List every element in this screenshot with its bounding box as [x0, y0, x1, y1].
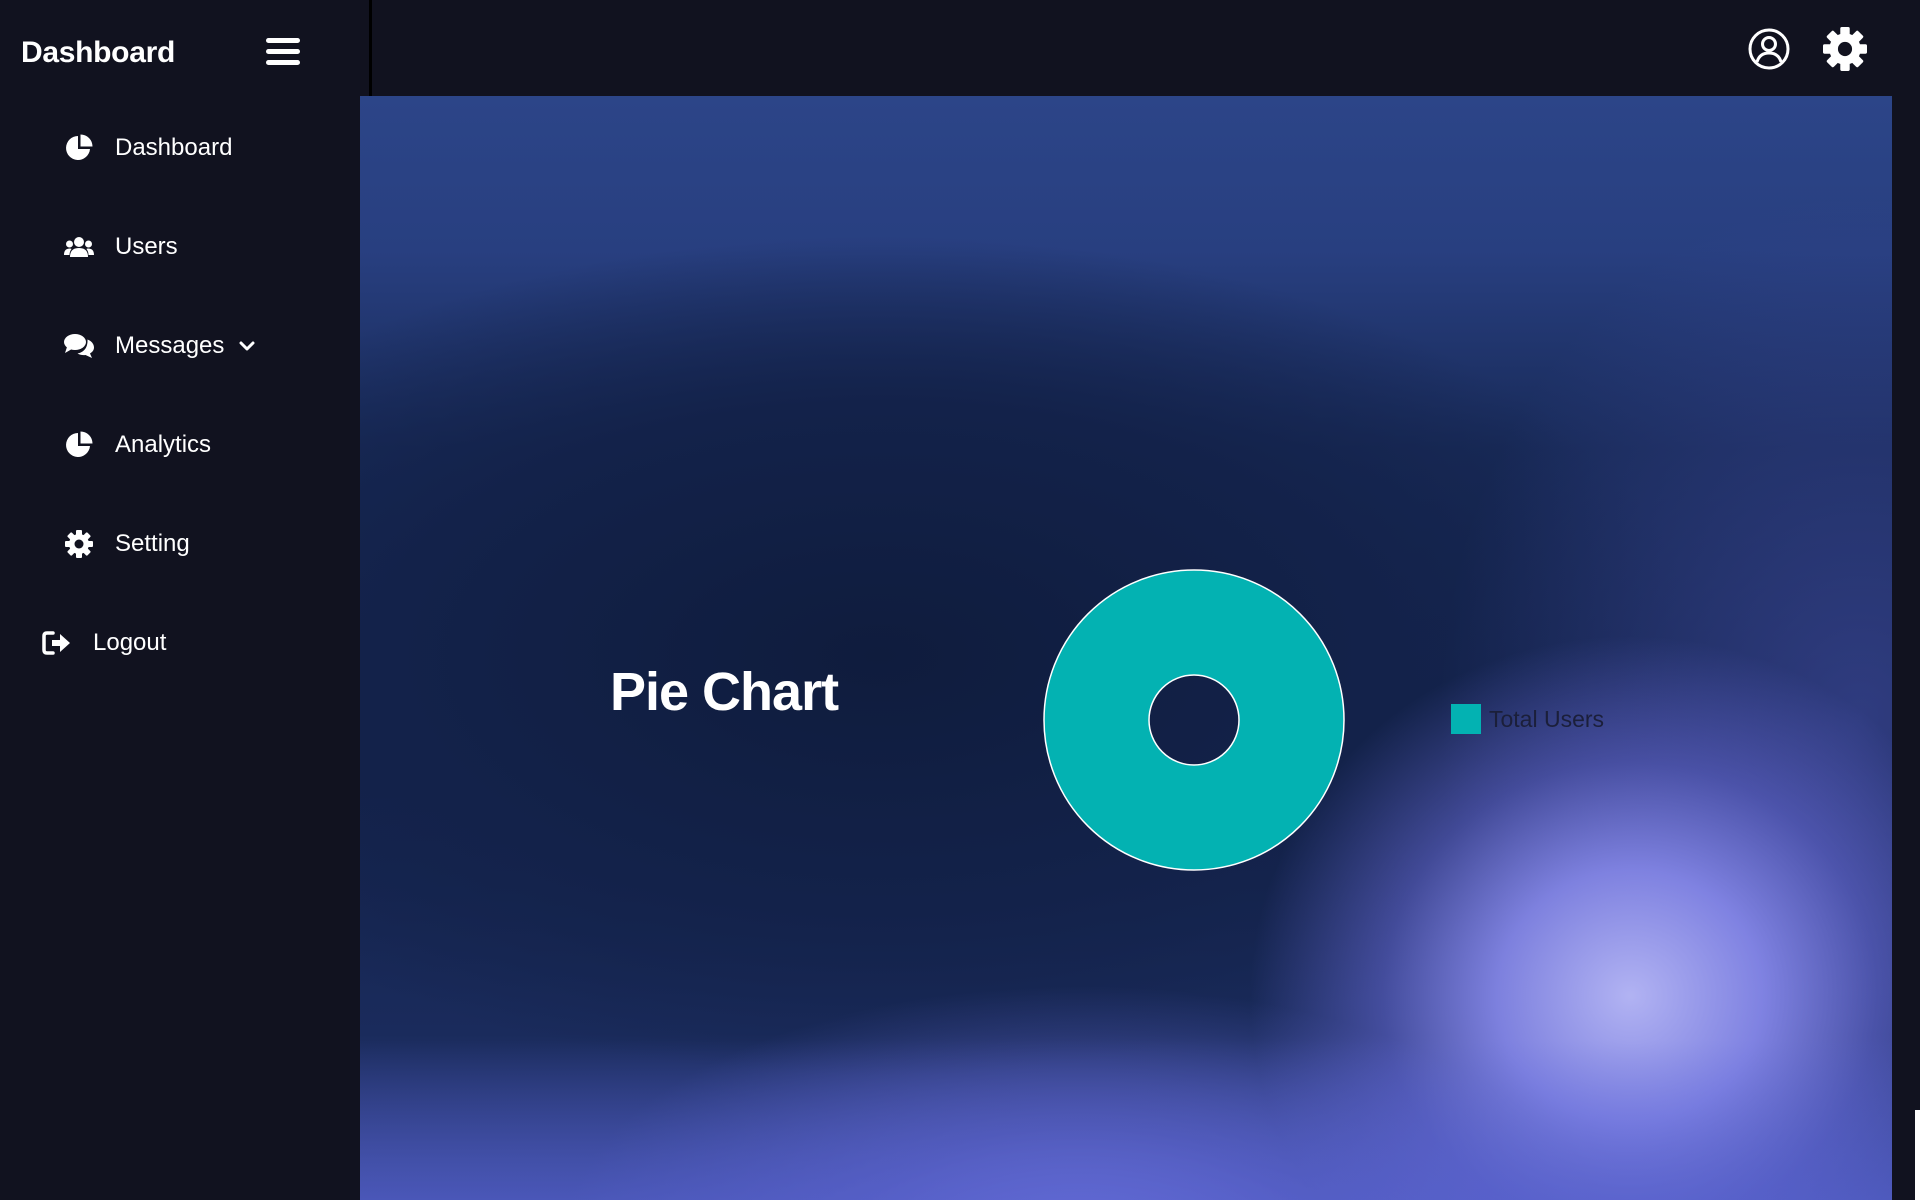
- pie-chart-icon: [64, 133, 94, 163]
- sidebar-item-label: Messages: [115, 332, 225, 359]
- scrollbar[interactable]: [1892, 96, 1920, 1200]
- chart-legend: Total Users: [1451, 704, 1604, 734]
- users-icon: [64, 232, 94, 262]
- comments-icon: [64, 331, 94, 361]
- sidebar-item-messages[interactable]: Messages: [64, 318, 256, 374]
- sidebar-item-users[interactable]: Users: [64, 219, 178, 275]
- sidebar-item-analytics[interactable]: Analytics: [64, 417, 211, 473]
- sidebar-item-dashboard[interactable]: Dashboard: [64, 120, 232, 176]
- pie-slice-total-users[interactable]: [1043, 569, 1345, 871]
- sidebar-item-label: Dashboard: [115, 134, 233, 161]
- sidebar-item-setting[interactable]: Setting: [64, 516, 190, 572]
- gear-icon: [64, 529, 94, 559]
- brand-title: Dashboard: [21, 36, 175, 69]
- user-circle-icon[interactable]: [1747, 27, 1791, 71]
- topbar: [372, 0, 1920, 96]
- sidebar: Dashboard Dashboard Users Messages Analy…: [0, 0, 372, 1200]
- legend-label: Total Users: [1489, 705, 1605, 732]
- chevron-down-icon[interactable]: [238, 337, 256, 355]
- sidebar-header: Dashboard: [0, 0, 372, 96]
- logout-button[interactable]: Logout: [42, 615, 166, 671]
- main-content: Pie Chart Total Users: [360, 96, 1892, 1200]
- scrollbar-thumb[interactable]: [1915, 1110, 1920, 1200]
- sidebar-item-label: Setting: [115, 530, 190, 557]
- pie-chart-icon: [64, 430, 94, 460]
- sidebar-item-label: Analytics: [115, 431, 212, 458]
- pie-chart: [1043, 569, 1345, 871]
- sidebar-item-label: Users: [115, 233, 178, 260]
- legend-swatch: [1451, 704, 1481, 734]
- sign-out-icon: [42, 628, 72, 658]
- gear-icon[interactable]: [1823, 27, 1867, 71]
- menu-toggle-icon[interactable]: [266, 38, 300, 70]
- logout-label: Logout: [93, 629, 167, 656]
